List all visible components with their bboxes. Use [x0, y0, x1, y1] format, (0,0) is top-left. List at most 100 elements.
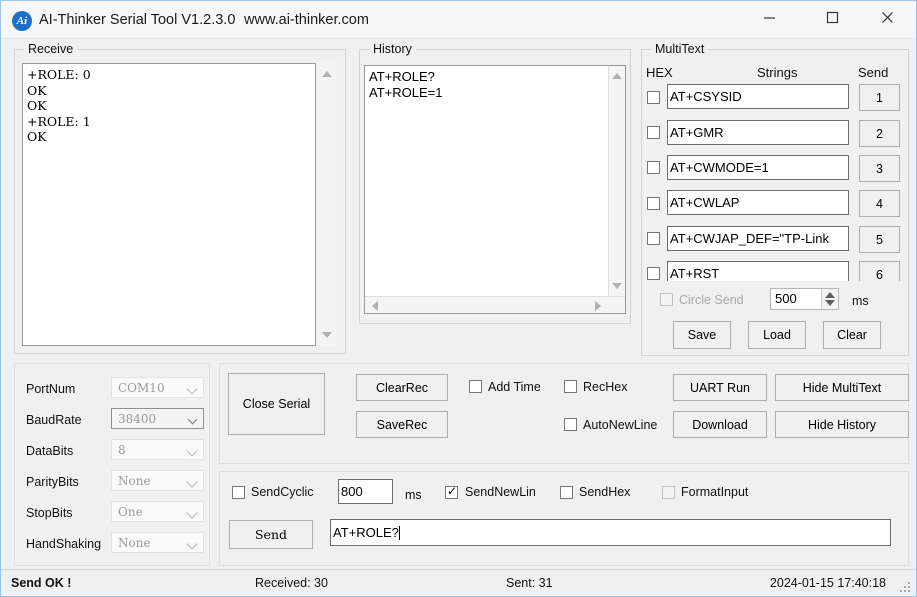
paritybits-combobox[interactable]: None [111, 470, 204, 491]
multitext-clear-button[interactable]: Clear [823, 321, 881, 349]
send-cycle-interval-value: 800 [341, 485, 363, 498]
clear-rec-button[interactable]: ClearRec [356, 374, 448, 401]
multitext-input-2[interactable]: AT+GMR [667, 120, 849, 145]
rec-hex-checkbox[interactable] [564, 380, 577, 393]
stopbits-value: One [112, 505, 143, 519]
stopbits-label: StopBits [26, 506, 73, 520]
spinner-buttons[interactable] [821, 289, 838, 309]
paritybits-value: None [112, 474, 151, 488]
multitext-save-button[interactable]: Save [673, 321, 731, 349]
databits-combobox[interactable]: 8 [111, 439, 204, 460]
minimize-button[interactable] [746, 1, 792, 31]
baudrate-label: BaudRate [26, 413, 82, 427]
handshaking-combobox[interactable]: None [111, 532, 204, 553]
history-vscrollbar[interactable] [608, 66, 625, 296]
minimize-icon [763, 11, 776, 24]
multitext-input-5-value: AT+CWJAP_DEF="TP-Link [670, 232, 829, 245]
save-rec-button[interactable]: SaveRec [356, 411, 448, 438]
history-textarea[interactable]: AT+ROLE? AT+ROLE=1 [364, 65, 626, 314]
format-input-checkbox[interactable] [662, 486, 675, 499]
close-serial-button[interactable]: Close Serial [228, 373, 325, 435]
history-scroll-up-icon[interactable] [612, 73, 622, 79]
send-text-value: AT+ROLE? [333, 526, 399, 539]
multitext-hex-checkbox-3[interactable] [647, 161, 660, 174]
chevron-down-icon [186, 476, 197, 487]
history-scroll-down-icon[interactable] [612, 283, 622, 289]
text-caret [399, 526, 400, 540]
multitext-send-button-4[interactable]: 4 [859, 190, 900, 217]
spinner-down-icon[interactable] [825, 300, 835, 306]
multitext-group-label: MultiText [651, 42, 708, 56]
multitext-load-button[interactable]: Load [748, 321, 806, 349]
multitext-input-2-value: AT+GMR [670, 126, 724, 139]
multitext-input-4-value: AT+CWLAP [670, 196, 739, 209]
multitext-strings-header: Strings [757, 65, 797, 80]
multitext-input-6[interactable]: AT+RST [667, 261, 849, 281]
portnum-combobox[interactable]: COM10 [111, 377, 204, 398]
maximize-icon [826, 11, 839, 24]
status-received: Received: 30 [255, 576, 328, 590]
send-text-input[interactable]: AT+ROLE? [330, 519, 891, 546]
send-newline-checkbox[interactable]: ✓ [445, 486, 458, 499]
databits-value: 8 [112, 443, 126, 457]
scroll-down-icon[interactable] [322, 332, 332, 338]
portnum-value: COM10 [112, 381, 165, 395]
send-cyclic-checkbox[interactable] [232, 486, 245, 499]
maximize-button[interactable] [809, 1, 855, 31]
multitext-input-5[interactable]: AT+CWJAP_DEF="TP-Link [667, 226, 849, 251]
receive-textarea[interactable]: +ROLE: 0 OK OK +ROLE: 1 OK [22, 63, 316, 346]
circle-send-checkbox[interactable] [660, 293, 673, 306]
status-sent: Sent: 31 [506, 576, 553, 590]
multitext-hex-checkbox-2[interactable] [647, 126, 660, 139]
spinner-up-icon[interactable] [825, 292, 835, 298]
multitext-input-4[interactable]: AT+CWLAP [667, 190, 849, 215]
chevron-down-icon [186, 445, 197, 456]
multitext-send-button-5[interactable]: 5 [859, 226, 900, 253]
multitext-hex-checkbox-1[interactable] [647, 91, 660, 104]
resize-grip-icon[interactable] [900, 580, 912, 592]
multitext-hex-checkbox-4[interactable] [647, 197, 660, 210]
auto-newline-checkbox[interactable] [564, 418, 577, 431]
multitext-input-3[interactable]: AT+CWMODE=1 [667, 155, 849, 180]
receive-scrollbar[interactable] [319, 63, 336, 346]
baudrate-value: 38400 [112, 412, 156, 426]
checkmark-icon: ✓ [447, 485, 457, 498]
send-button[interactable]: Send [229, 520, 313, 549]
circle-send-interval-value: 500 [775, 291, 797, 306]
history-scroll-right-icon[interactable] [595, 301, 601, 311]
multitext-input-1[interactable]: AT+CSYSID [667, 84, 849, 109]
close-button[interactable] [864, 1, 910, 31]
scroll-up-icon[interactable] [322, 71, 332, 77]
multitext-send-button-2[interactable]: 2 [859, 120, 900, 147]
status-datetime: 2024-01-15 17:40:18 [770, 576, 886, 590]
circle-send-label: Circle Send [679, 293, 744, 307]
uart-run-button[interactable]: UART Run [673, 374, 767, 401]
multitext-hex-checkbox-6[interactable] [647, 267, 660, 280]
window-title-url: www.ai-thinker.com [244, 12, 369, 28]
add-time-checkbox[interactable] [469, 380, 482, 393]
multitext-hex-checkbox-5[interactable] [647, 232, 660, 245]
chevron-down-icon [188, 415, 198, 425]
stopbits-combobox[interactable]: One [111, 501, 204, 522]
baudrate-combobox[interactable]: 38400 [111, 408, 204, 429]
history-hscrollbar[interactable] [365, 296, 625, 313]
multitext-send-button-1[interactable]: 1 [859, 84, 900, 111]
add-time-label: Add Time [488, 380, 541, 394]
download-button[interactable]: Download [673, 411, 767, 438]
send-cycle-interval-input[interactable]: 800 [338, 479, 393, 504]
circle-send-interval-spinner[interactable]: 500 [770, 288, 839, 310]
multitext-input-1-value: AT+CSYSID [670, 90, 742, 103]
portnum-label: PortNum [26, 382, 75, 396]
multitext-hex-header: HEX [646, 65, 673, 80]
history-scroll-left-icon[interactable] [372, 301, 378, 311]
multitext-send-button-6[interactable]: 6 [859, 261, 900, 281]
handshaking-value: None [112, 536, 151, 550]
window-title: AI-Thinker Serial Tool V1.2.3.0 [39, 12, 235, 28]
multitext-send-button-3[interactable]: 3 [859, 155, 900, 182]
format-input-label: FormatInput [681, 485, 748, 499]
send-hex-label: SendHex [579, 485, 630, 499]
multitext-row-6-clip: AT+RST 6 [641, 259, 909, 281]
hide-multitext-button[interactable]: Hide MultiText [775, 374, 909, 401]
hide-history-button[interactable]: Hide History [775, 411, 909, 438]
send-hex-checkbox[interactable] [560, 486, 573, 499]
